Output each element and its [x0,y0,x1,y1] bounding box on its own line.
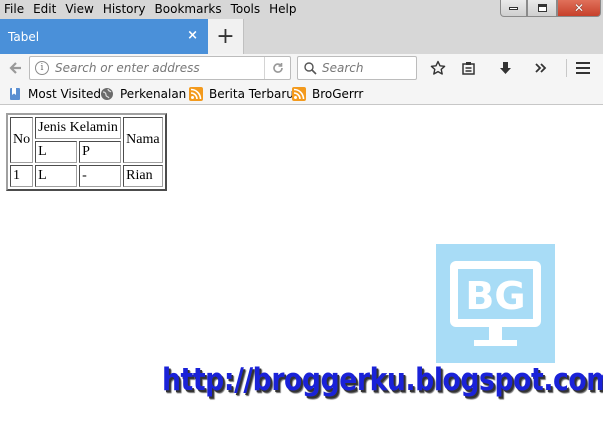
header-p: P [79,141,122,163]
bookmark-berita-terbaru[interactable]: Berita Terbaru [189,85,294,102]
table-row: No Jenis Kelamin Nama [10,117,163,163]
globe-icon [101,87,113,100]
navigation-bar: i [0,54,603,82]
bookmark-folder-icon [10,87,20,100]
tab-strip: Tabel × + [0,18,603,54]
header-l: L [35,141,78,163]
watermark-url: http://broggerku.blogspot.com [162,362,603,398]
cell-p: - [79,165,122,187]
data-table: No Jenis Kelamin Nama L P 1 L - Rian [6,113,167,191]
back-button[interactable] [4,57,28,79]
new-tab-button[interactable]: + [208,19,244,54]
menu-history[interactable]: History [99,0,151,18]
clipboard-icon [461,61,475,75]
close-window-button[interactable]: ✕ [557,0,601,17]
back-arrow-icon [9,62,21,74]
menu-bookmarks[interactable]: Bookmarks [151,0,227,18]
search-icon [304,62,317,75]
toolbar-separator [566,59,567,77]
table-row: 1 L - Rian [10,165,163,187]
bookmark-label: Berita Terbaru [209,86,294,101]
menu-edit[interactable]: Edit [29,0,61,18]
watermark-logo: BG [436,244,555,363]
bookmark-brogerrr[interactable]: BroGerrr [292,85,363,102]
bookmarks-toolbar: Most Visited Perkenalan Berita Terbaru B… [0,82,603,105]
hamburger-menu-button[interactable] [571,57,595,79]
menu-file[interactable]: File [0,0,29,18]
tab-close-icon[interactable]: × [187,28,198,43]
tab-title: Tabel [8,30,40,44]
address-bar[interactable]: i [29,56,291,80]
maximize-icon [537,4,547,12]
hamburger-icon [576,62,590,74]
header-no: No [10,117,34,163]
menu-tools[interactable]: Tools [227,0,266,18]
bookmark-perkenalan[interactable]: Perkenalan [100,85,186,102]
download-arrow-icon [499,61,511,74]
reload-icon [272,63,283,73]
cell-nama: Rian [123,165,163,187]
close-icon: ✕ [573,1,585,15]
logo-text: BG [465,274,525,318]
address-input[interactable] [55,57,255,79]
bookmark-label: BroGerrr [312,86,364,101]
minimize-icon [509,6,518,10]
plus-icon: + [216,24,235,49]
maximize-button[interactable] [527,0,557,17]
bookmark-label: Most Visited [28,86,102,101]
star-icon [430,60,446,75]
bookmark-star-button[interactable] [426,57,450,79]
header-jenis-kelamin: Jenis Kelamin [35,117,122,139]
window-controls: ✕ [500,0,601,17]
menu-bar: File Edit View History Bookmarks Tools H… [0,0,603,18]
tab-tabel[interactable]: Tabel × [0,19,208,54]
cell-no: 1 [10,165,34,187]
minimize-button[interactable] [500,0,527,17]
header-nama: Nama [123,117,163,163]
info-icon[interactable]: i [35,61,49,75]
double-chevron-icon [535,63,547,73]
cell-l: L [35,165,78,187]
menu-view[interactable]: View [61,0,98,18]
menu: File Edit View History Bookmarks Tools H… [0,0,302,18]
downloads-button[interactable] [493,57,517,79]
reload-button[interactable] [264,57,290,79]
reading-list-button[interactable] [456,57,480,79]
search-bar[interactable] [297,56,417,80]
search-input[interactable] [322,57,412,79]
rss-feed-icon [189,86,203,101]
menu-help[interactable]: Help [265,0,301,18]
monitor-logo-icon: BG [450,261,541,346]
rss-feed-icon [292,86,306,101]
overflow-chevron-button[interactable] [529,57,553,79]
bookmark-label: Perkenalan [120,86,187,101]
bookmark-most-visited[interactable]: Most Visited [8,85,101,102]
